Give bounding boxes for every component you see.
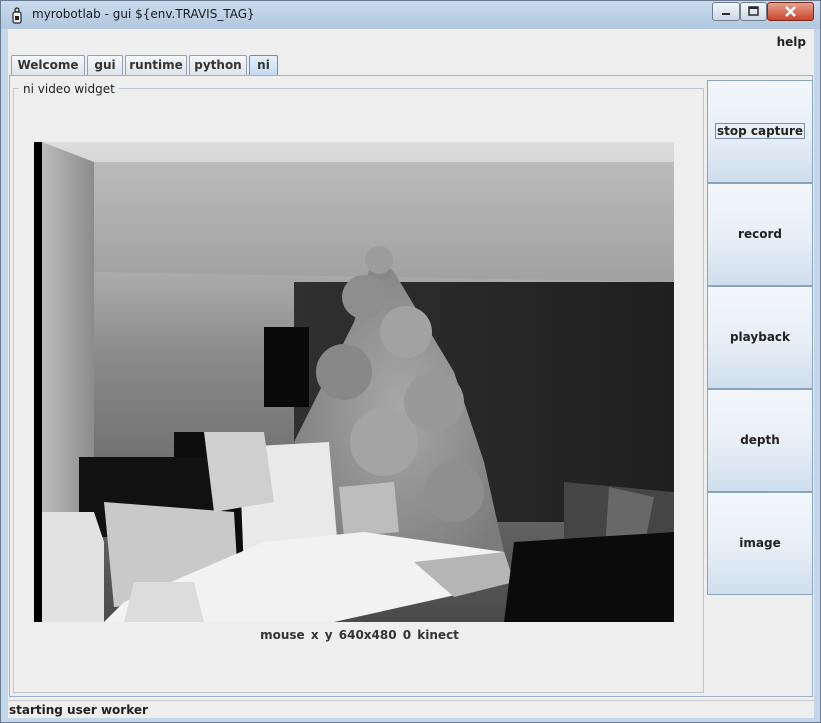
depth-image [34,142,674,622]
maximize-icon [748,6,759,16]
help-menu[interactable]: help [777,35,806,49]
close-icon [785,6,796,17]
video-caption: mouse x y 640x480 0 kinect [260,628,459,642]
tab-gui[interactable]: gui [87,55,123,75]
tab-ni[interactable]: ni [249,55,278,75]
tab-python[interactable]: python [189,55,247,75]
playback-button[interactable]: playback [707,286,813,389]
app-icon [12,7,22,24]
stop-capture-label: stop capture [714,123,806,139]
client-area: help Welcome gui runtime python ni ni vi… [8,29,814,718]
capture-controls: stop capture record playback depth image [707,80,813,595]
playback-label: playback [729,330,791,344]
depth-label: depth [740,433,780,447]
minimize-button[interactable] [712,2,740,21]
image-button[interactable]: image [707,492,813,595]
status-bar: starting user worker [8,700,814,718]
group-title: ni video widget [19,82,119,96]
title-bar[interactable]: myrobotlab - gui ${env.TRAVIS_TAG} [1,1,820,29]
window-title: myrobotlab - gui ${env.TRAVIS_TAG} [32,7,255,21]
minimize-icon [722,13,730,15]
stop-capture-button[interactable]: stop capture [707,80,813,183]
close-button[interactable] [767,2,814,21]
video-widget-group: ni video widget mouse x y 640x480 0 kine… [13,82,704,693]
tab-panel-ni: ni video widget mouse x y 640x480 0 kine… [9,75,813,697]
app-window: myrobotlab - gui ${env.TRAVIS_TAG} help … [0,0,821,723]
record-label: record [738,227,782,241]
depth-video-frame[interactable] [34,142,674,622]
menu-bar: help [8,29,814,53]
record-button[interactable]: record [707,183,813,286]
tab-runtime[interactable]: runtime [125,55,187,75]
maximize-button[interactable] [740,2,767,21]
image-label: image [739,536,781,550]
depth-button[interactable]: depth [707,389,813,492]
tab-welcome[interactable]: Welcome [11,55,85,75]
